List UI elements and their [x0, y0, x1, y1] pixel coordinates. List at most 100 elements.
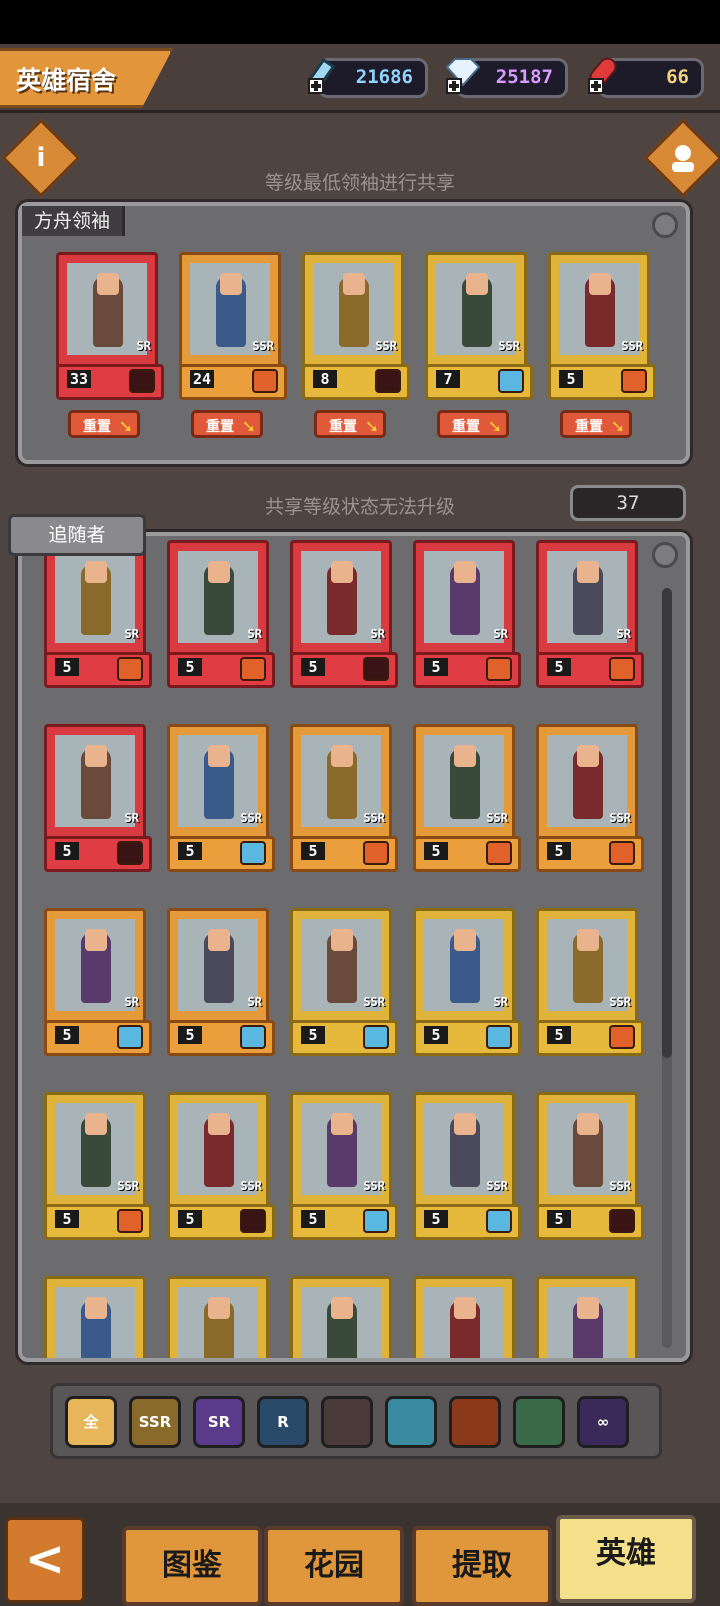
hero-card[interactable]: SR 5: [167, 540, 275, 688]
hero-card[interactable]: SSR 8: [302, 252, 410, 400]
arrow-down-icon: ➘: [610, 417, 625, 437]
card-frame: SSR: [167, 1092, 269, 1216]
red-faction-icon: [117, 841, 143, 865]
filter-faction-wolf-button[interactable]: [385, 1396, 437, 1448]
hero-card[interactable]: SSR 5: [290, 908, 398, 1056]
reset-button[interactable]: 重置 ➘: [191, 410, 263, 438]
card-level-bar: 5: [290, 1204, 398, 1240]
hero-card[interactable]: SR 5: [413, 540, 521, 688]
card-frame: [413, 1276, 515, 1358]
hero-card[interactable]: SR 5: [167, 908, 275, 1056]
level-label: 5: [301, 1210, 325, 1228]
reset-button[interactable]: 重置 ➘: [560, 410, 632, 438]
hero-head: [466, 273, 488, 295]
card-level-bar: 5: [536, 1204, 644, 1240]
filter-faction-dragon-button[interactable]: [449, 1396, 501, 1448]
hero-card[interactable]: SSR 5: [536, 724, 644, 872]
rarity-label: SR: [247, 627, 262, 641]
hero-card[interactable]: SR 33: [56, 252, 164, 400]
filter-all-button[interactable]: 全: [65, 1396, 117, 1448]
hero-card[interactable]: SR 5: [413, 908, 521, 1056]
hero-head: [577, 1113, 599, 1135]
hero-card[interactable]: [290, 1276, 392, 1358]
hero-card[interactable]: SR 5: [44, 724, 152, 872]
card-level-bar: 5: [44, 1204, 152, 1240]
tab-heroes[interactable]: 英雄: [556, 1515, 696, 1603]
card-frame: SR: [167, 540, 269, 664]
level-label: 5: [178, 658, 202, 676]
hero-card[interactable]: SSR 5: [536, 908, 644, 1056]
hero-head: [331, 929, 353, 951]
reset-button[interactable]: 重置 ➘: [314, 410, 386, 438]
tab-extract[interactable]: 提取: [412, 1526, 552, 1606]
hero-card[interactable]: SSR 5: [167, 724, 275, 872]
hero-head: [85, 561, 107, 583]
resource-diamond[interactable]: 25187: [445, 58, 568, 98]
hero-card[interactable]: SSR 5: [44, 1092, 152, 1240]
hero-card[interactable]: SSR 24: [179, 252, 287, 400]
hero-portrait: [424, 1287, 504, 1358]
card-level-bar: 8: [302, 364, 410, 400]
filter-faction-red-button[interactable]: [321, 1396, 373, 1448]
card-level-bar: 7: [425, 364, 533, 400]
level-label: 7: [436, 370, 460, 388]
hero-card[interactable]: SSR 5: [536, 1092, 644, 1240]
card-frame: SSR: [290, 908, 392, 1032]
hero-card[interactable]: [167, 1276, 269, 1358]
resource-pill[interactable]: 66: [588, 57, 704, 98]
leader-caption: 等级最低领袖进行共享: [264, 172, 455, 194]
followers-panel[interactable]: SR 5 SR 5 SR 5 SR 5 SR 5 SR 5 SSR 5 SSR 5 SSR 5 SSR 5 SR 5 SR 5…: [18, 532, 690, 1362]
wolf-faction-icon: [363, 1209, 389, 1233]
red-faction-icon: [363, 657, 389, 681]
hero-head: [208, 929, 230, 951]
red-faction-icon: [129, 369, 155, 393]
back-button[interactable]: <: [5, 1517, 85, 1603]
card-frame: SR: [44, 540, 146, 664]
scrollbar-thumb[interactable]: [662, 588, 672, 1058]
level-label: 24: [190, 370, 215, 388]
resource-syringe[interactable]: 21686: [306, 57, 428, 98]
tab-codex[interactable]: 图鉴: [122, 1526, 262, 1606]
hero-card[interactable]: SSR 5: [413, 724, 521, 872]
level-label: 5: [424, 842, 448, 860]
filter-sr-button[interactable]: SR: [193, 1396, 245, 1448]
reset-label: 重置: [452, 419, 480, 435]
filter-bar: 全 SSR SR R ∞: [50, 1383, 662, 1459]
hero-card[interactable]: SR 5: [44, 540, 152, 688]
hero-card[interactable]: SR 5: [44, 908, 152, 1056]
filter-faction-feather-button[interactable]: [513, 1396, 565, 1448]
filter-ssr-button[interactable]: SSR: [129, 1396, 181, 1448]
dragon-faction-icon: [609, 841, 635, 865]
card-level-bar: 5: [413, 1204, 521, 1240]
card-frame: SR: [44, 724, 146, 848]
hero-card[interactable]: SR 5: [290, 540, 398, 688]
hero-card[interactable]: [44, 1276, 146, 1358]
filter-faction-infinity-button[interactable]: ∞: [577, 1396, 629, 1448]
card-level-bar: 5: [44, 836, 152, 872]
reset-button[interactable]: 重置 ➘: [437, 410, 509, 438]
level-label: 5: [178, 1026, 202, 1044]
hero-card[interactable]: SSR 5: [167, 1092, 275, 1240]
tab-garden[interactable]: 花园: [264, 1526, 404, 1606]
hero-portrait: [301, 551, 381, 643]
hero-head: [208, 745, 230, 767]
hero-card[interactable]: SSR 5: [548, 252, 656, 400]
hero-card[interactable]: SSR 5: [413, 1092, 521, 1240]
dragon-faction-icon: [609, 657, 635, 681]
filter-r-button[interactable]: R: [257, 1396, 309, 1448]
followers-panel-title: 追随者: [8, 514, 146, 556]
hero-card[interactable]: SSR 5: [290, 1092, 398, 1240]
hero-head: [85, 1113, 107, 1135]
hero-card[interactable]: SSR 5: [290, 724, 398, 872]
hero-card[interactable]: [536, 1276, 638, 1358]
hero-head: [208, 561, 230, 583]
hero-card[interactable]: SSR 7: [425, 252, 533, 400]
level-label: 5: [424, 1210, 448, 1228]
hero-card[interactable]: [413, 1276, 515, 1358]
wolf-faction-icon: [117, 1025, 143, 1049]
hero-card[interactable]: SR 5: [536, 540, 644, 688]
dragon-faction-icon: [621, 369, 647, 393]
dragon-faction-icon: [240, 657, 266, 681]
reset-button[interactable]: 重置 ➘: [68, 410, 140, 438]
hero-head: [577, 929, 599, 951]
